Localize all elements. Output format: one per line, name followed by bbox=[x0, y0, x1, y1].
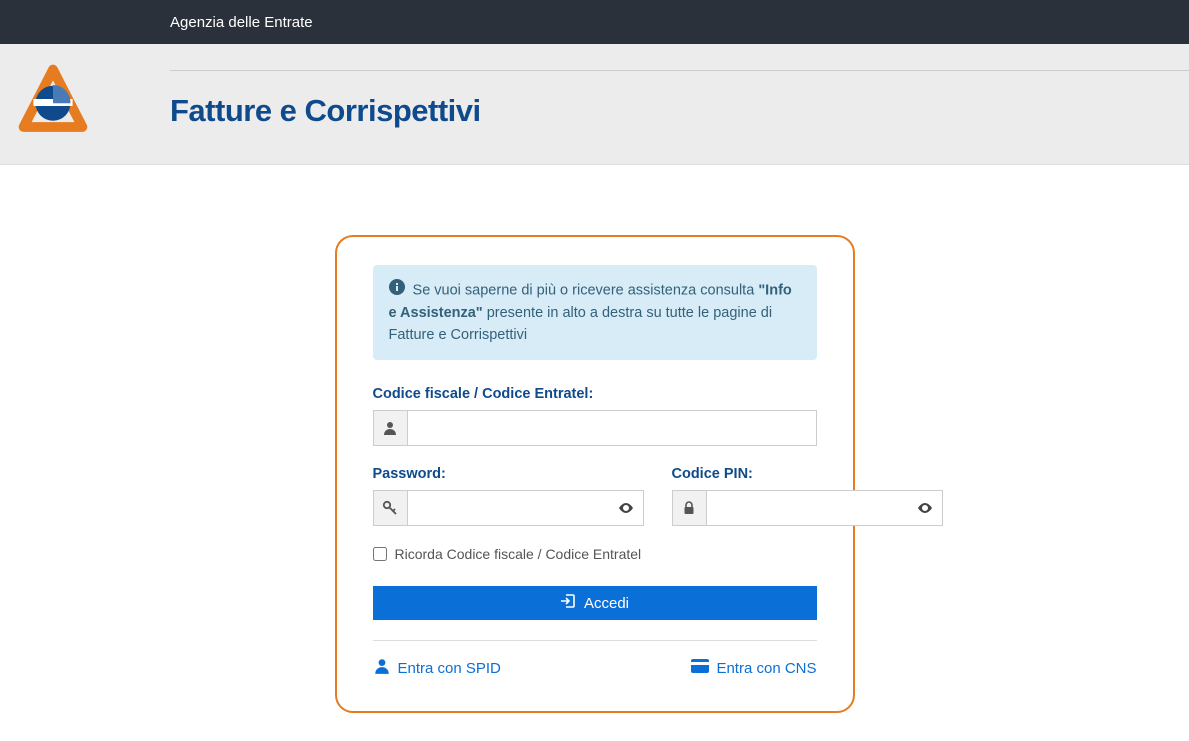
divider bbox=[373, 640, 817, 641]
remember-row: Ricorda Codice fiscale / Codice Entratel bbox=[373, 546, 817, 562]
cf-label: Codice fiscale / Codice Entratel: bbox=[373, 386, 817, 402]
login-button-label: Accedi bbox=[584, 595, 629, 612]
login-card: Se vuoi saperne di più o ricevere assist… bbox=[335, 235, 855, 713]
remember-checkbox[interactable] bbox=[373, 547, 387, 561]
lock-icon bbox=[673, 491, 707, 525]
pin-visibility-toggle[interactable] bbox=[908, 491, 942, 525]
remember-label: Ricorda Codice fiscale / Codice Entratel bbox=[395, 546, 642, 562]
password-input-group bbox=[373, 490, 644, 526]
spid-label: Entra con SPID bbox=[398, 660, 501, 677]
user-icon bbox=[374, 411, 408, 445]
cns-link[interactable]: Entra con CNS bbox=[691, 657, 816, 679]
card-icon bbox=[691, 657, 709, 679]
pin-label: Codice PIN: bbox=[672, 466, 943, 482]
key-icon bbox=[374, 491, 408, 525]
agency-logo-icon bbox=[18, 64, 88, 134]
top-bar: Agenzia delle Entrate bbox=[0, 0, 1189, 44]
password-label: Password: bbox=[373, 466, 644, 482]
cf-input[interactable] bbox=[408, 411, 816, 445]
pin-input[interactable] bbox=[707, 491, 908, 525]
info-icon bbox=[389, 279, 405, 303]
pin-input-group bbox=[672, 490, 943, 526]
cns-label: Entra con CNS bbox=[716, 660, 816, 677]
info-box: Se vuoi saperne di più o ricevere assist… bbox=[373, 265, 817, 360]
page-title: Fatture e Corrispettivi bbox=[170, 93, 1189, 129]
logo-wrap bbox=[0, 64, 170, 134]
password-visibility-toggle[interactable] bbox=[609, 491, 643, 525]
header-band: Fatture e Corrispettivi bbox=[0, 44, 1189, 165]
spid-icon bbox=[373, 657, 391, 679]
login-icon bbox=[560, 593, 576, 613]
login-button[interactable]: Accedi bbox=[373, 586, 817, 620]
spid-link[interactable]: Entra con SPID bbox=[373, 657, 501, 679]
brand-name: Agenzia delle Entrate bbox=[170, 14, 313, 31]
password-input[interactable] bbox=[408, 491, 609, 525]
info-text-prefix: Se vuoi saperne di più o ricevere assist… bbox=[413, 283, 759, 299]
cf-input-group bbox=[373, 410, 817, 446]
